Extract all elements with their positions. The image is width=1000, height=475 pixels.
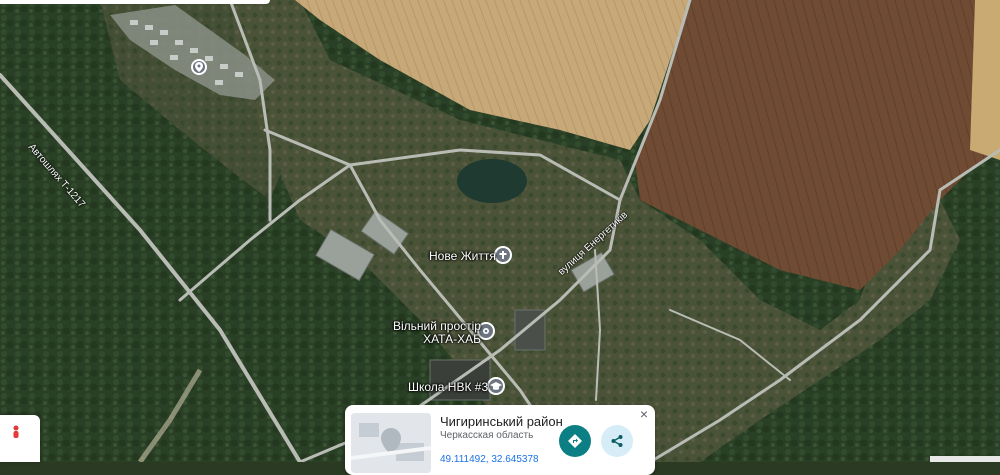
church-icon: [499, 251, 507, 259]
place-pin-icon: [195, 62, 203, 72]
school-icon: [490, 382, 502, 390]
share-button[interactable]: [601, 425, 633, 457]
pond: [457, 159, 527, 203]
place-label-khata-khab[interactable]: Вільний простір ХАТА-ХАБ: [393, 320, 481, 346]
top-panel-edge: [0, 0, 270, 4]
directions-icon: [568, 434, 582, 448]
street-view-button[interactable]: [0, 415, 40, 462]
card-subtitle: Черкасская область: [440, 430, 534, 441]
place-pin-school[interactable]: [487, 377, 505, 395]
pegman-icon: [13, 425, 19, 438]
place-info-card[interactable]: Чигиринський район Черкасская область 49…: [345, 405, 655, 475]
close-icon: ×: [639, 406, 649, 422]
place-label-school[interactable]: Школа НВК #3: [408, 380, 488, 394]
map-attribution-strip: [930, 456, 1000, 462]
place-pin-village[interactable]: [191, 59, 207, 75]
place-pin-nove-zhyttia[interactable]: [494, 246, 512, 264]
close-button[interactable]: ×: [637, 407, 651, 421]
card-coordinates[interactable]: 49.111492, 32.645378: [440, 454, 539, 465]
thumbnail-image: [351, 413, 431, 473]
street-view-thumbnail[interactable]: [351, 413, 431, 473]
directions-button[interactable]: [559, 425, 591, 457]
place-pin-icon: [483, 328, 489, 334]
place-label-nove-zhyttia[interactable]: Нове Життя: [429, 249, 496, 263]
card-title: Чигиринський район: [440, 414, 563, 429]
field-wheat-east: [970, 0, 1000, 160]
share-icon: [611, 435, 623, 447]
